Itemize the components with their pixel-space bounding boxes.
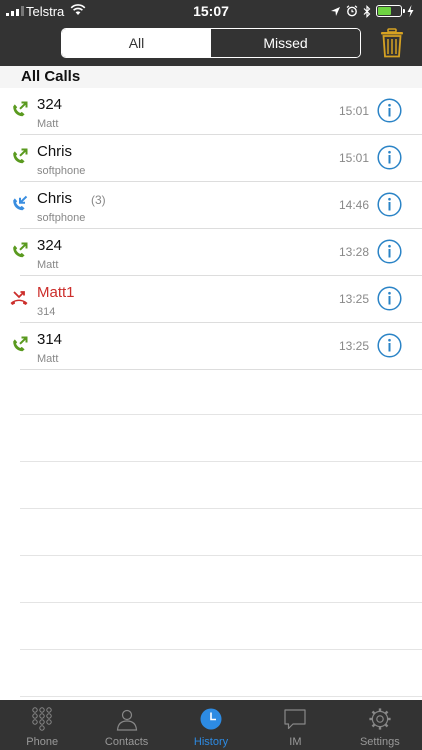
call-time: 15:01: [338, 151, 369, 165]
missed-call-icon: [9, 288, 29, 308]
call-time: 14:46: [338, 198, 369, 212]
bluetooth-icon: [363, 4, 371, 18]
empty-row-separator: [0, 462, 422, 509]
trash-icon[interactable]: [380, 28, 404, 58]
empty-row-separator: [0, 415, 422, 462]
tab-label: Settings: [359, 736, 400, 748]
call-subtitle: Matt: [37, 118, 59, 130]
outgoing-call-icon: [9, 335, 29, 355]
call-subtitle: Matt: [37, 353, 59, 365]
status-bar: Telstra 15:07: [0, 0, 422, 22]
empty-row-separator: [0, 368, 422, 415]
call-subtitle: softphone: [37, 212, 86, 224]
incoming-call-icon: [9, 194, 29, 214]
segment-all[interactable]: All: [62, 29, 211, 57]
call-row[interactable]: Chris (3) softphone 14:46: [0, 182, 422, 229]
tab-phone[interactable]: Phone: [0, 700, 84, 750]
call-subtitle: Matt: [37, 259, 59, 271]
info-icon[interactable]: [377, 239, 402, 264]
call-name: Matt1: [37, 284, 75, 301]
info-icon[interactable]: [377, 333, 402, 358]
top-bar: Telstra 15:07 All Missed: [0, 0, 422, 66]
call-name: 324: [37, 96, 63, 113]
outgoing-call-icon: [9, 241, 29, 261]
status-right-icons: [330, 4, 414, 18]
segment-missed-label: Missed: [263, 35, 308, 51]
tab-settings[interactable]: Settings: [338, 700, 422, 750]
empty-row-separator: [0, 650, 422, 697]
tab-history[interactable]: History: [169, 700, 253, 750]
section-header: All Calls: [0, 66, 422, 88]
call-row[interactable]: Matt1 314 13:25: [0, 276, 422, 323]
call-list: 324 Matt 15:01 Chris softphone 15:01 Chr…: [0, 88, 422, 370]
call-subtitle: softphone: [37, 165, 86, 177]
alarm-icon: [346, 5, 358, 17]
empty-list-area: [0, 368, 422, 697]
call-name: 314: [37, 331, 63, 348]
tab-label: History: [193, 736, 229, 748]
segment-all-label: All: [128, 35, 145, 51]
call-subtitle: 314: [37, 306, 56, 318]
tab-label: IM: [289, 736, 302, 748]
location-arrow-icon: [331, 6, 340, 16]
info-icon[interactable]: [377, 145, 402, 170]
info-icon[interactable]: [377, 192, 402, 217]
tab-label: Phone: [26, 736, 59, 748]
call-time: 13:28: [338, 245, 369, 259]
call-row[interactable]: 314 Matt 13:25: [0, 323, 422, 370]
tab-label: Contacts: [104, 736, 149, 748]
call-time: 13:25: [338, 339, 369, 353]
outgoing-call-icon: [9, 147, 29, 167]
empty-row-separator: [0, 556, 422, 603]
battery-fill: [378, 7, 392, 15]
charging-icon: [407, 5, 414, 17]
section-title: All Calls: [21, 68, 81, 85]
call-time: 15:01: [338, 104, 369, 118]
outgoing-call-icon: [9, 100, 29, 120]
call-row[interactable]: 324 Matt 15:01: [0, 88, 422, 135]
segment-missed[interactable]: Missed: [211, 29, 360, 57]
call-count: (3): [91, 193, 106, 207]
call-name: 324: [37, 237, 63, 254]
call-name: Chris: [37, 143, 73, 160]
tab-contacts[interactable]: Contacts: [84, 700, 168, 750]
tab-bar: Phone Contacts History IM Settings: [0, 700, 422, 750]
info-icon[interactable]: [377, 98, 402, 123]
empty-row-separator: [0, 603, 422, 650]
call-filter-segmented-control: All Missed: [61, 28, 361, 58]
empty-row-separator: [0, 509, 422, 556]
tab-im[interactable]: IM: [253, 700, 337, 750]
call-time: 13:25: [338, 292, 369, 306]
call-row[interactable]: 324 Matt 13:28: [0, 229, 422, 276]
info-icon[interactable]: [377, 286, 402, 311]
call-name: Chris: [37, 190, 73, 207]
call-row[interactable]: Chris softphone 15:01: [0, 135, 422, 182]
battery-icon: [376, 5, 405, 17]
